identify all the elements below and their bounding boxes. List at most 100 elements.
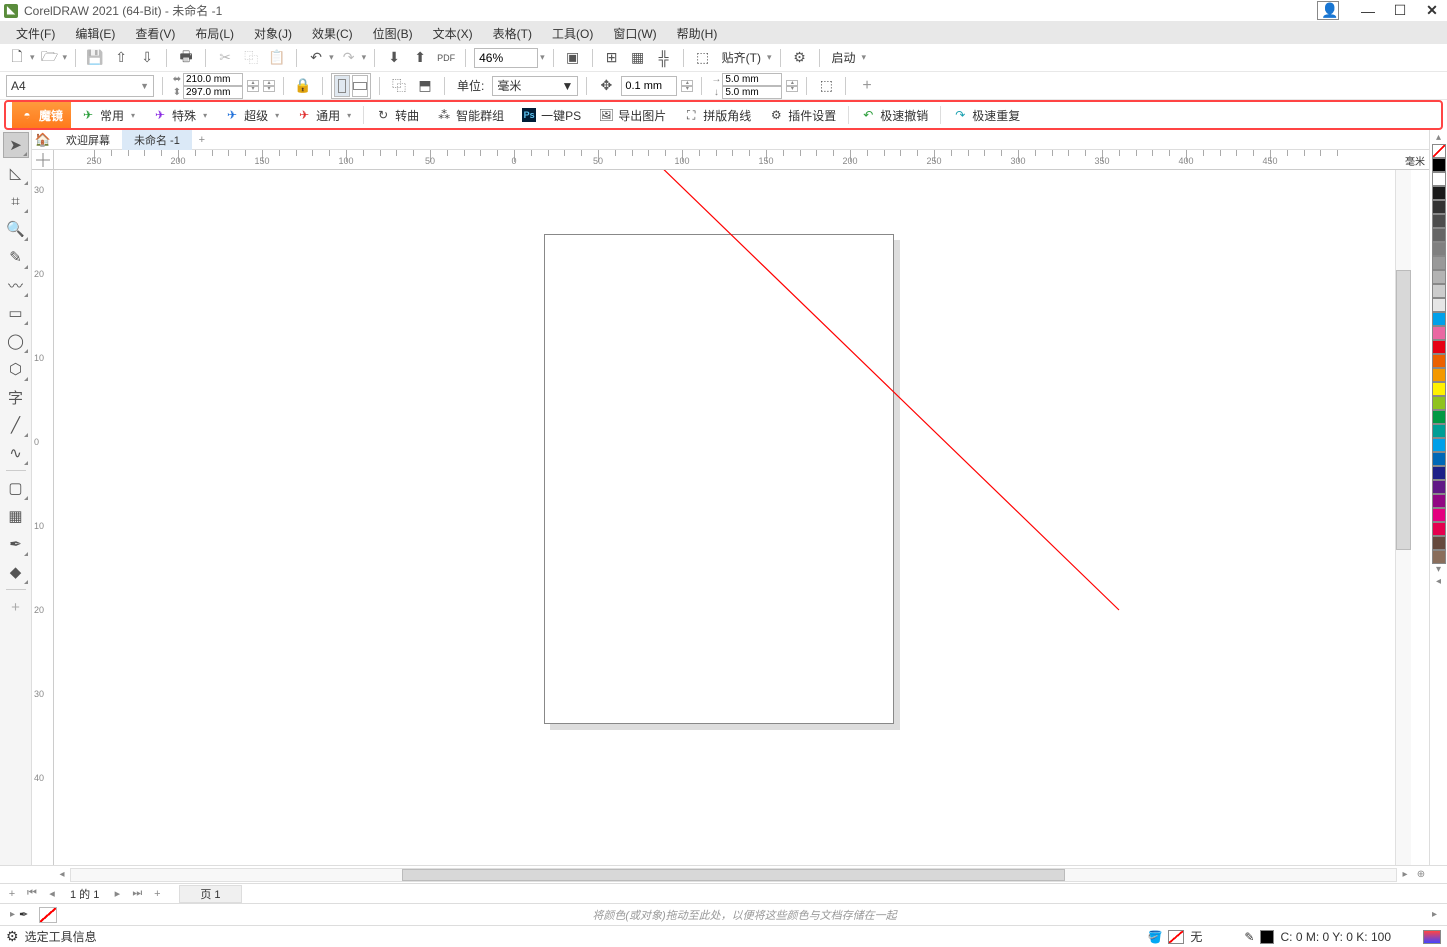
palette-down-arrow[interactable]: ▾: [1436, 564, 1441, 576]
horizontal-scrollbar[interactable]: [70, 868, 1397, 882]
color-swatch[interactable]: [1432, 438, 1446, 452]
color-swatch[interactable]: [1432, 298, 1446, 312]
width-spinner[interactable]: ▴▾: [247, 80, 259, 92]
fill-none-indicator[interactable]: [1168, 930, 1184, 944]
publish-pdf-icon[interactable]: PDF: [435, 47, 457, 69]
freehand-tool[interactable]: ✎: [3, 244, 29, 270]
page-layout-icon-1[interactable]: ⿻: [388, 75, 410, 97]
color-swatch[interactable]: [1432, 326, 1446, 340]
fill-bucket-icon[interactable]: 🪣: [1147, 930, 1162, 944]
color-swatch[interactable]: [1432, 228, 1446, 242]
line-tool[interactable]: ╱: [3, 412, 29, 438]
snap-icon[interactable]: ⬚: [692, 47, 714, 69]
outline-pen-icon[interactable]: ✎: [1244, 930, 1254, 944]
page-prev-button[interactable]: ◂: [44, 887, 60, 900]
menu-object[interactable]: 对象(J): [244, 25, 302, 42]
plugin-zhuanqu[interactable]: ↻ 转曲: [368, 102, 427, 128]
page-add-button[interactable]: +: [4, 888, 20, 900]
portrait-button[interactable]: [334, 75, 350, 97]
color-swatch[interactable]: [1432, 312, 1446, 326]
save-icon[interactable]: 💾: [84, 47, 106, 69]
fullscreen-icon[interactable]: ▣: [562, 47, 584, 69]
show-grid-icon[interactable]: ▦: [627, 47, 649, 69]
eyedropper-icon[interactable]: ✒: [19, 908, 35, 921]
cut-icon[interactable]: ✂: [214, 47, 236, 69]
close-button[interactable]: ✕: [1421, 2, 1443, 19]
menu-view[interactable]: 查看(V): [125, 25, 185, 42]
paste-icon[interactable]: 📋: [266, 47, 288, 69]
menu-edit[interactable]: 编辑(E): [65, 25, 125, 42]
print-icon[interactable]: 🖶: [175, 47, 197, 69]
color-swatch[interactable]: [1432, 410, 1446, 424]
menu-window[interactable]: 窗口(W): [603, 25, 666, 42]
palette-right-arrow[interactable]: ▸: [1428, 909, 1441, 920]
horizontal-ruler[interactable]: 2502001501005005010015020025030035040045…: [54, 150, 1429, 170]
no-fill-swatch[interactable]: [39, 907, 57, 923]
landscape-button[interactable]: [352, 75, 368, 97]
menu-bitmap[interactable]: 位图(B): [363, 25, 423, 42]
color-swatch[interactable]: [1432, 340, 1446, 354]
startup-label[interactable]: 启动: [828, 49, 860, 66]
nav-icon[interactable]: ⊕: [1413, 869, 1429, 880]
color-swatch[interactable]: [1432, 172, 1446, 186]
new-document-icon[interactable]: 🗋: [6, 47, 28, 69]
home-icon[interactable]: 🏠: [32, 132, 54, 148]
plugin-crop-marks[interactable]: ⛶ 拼版角线: [676, 102, 759, 128]
vertical-scrollbar[interactable]: [1395, 170, 1411, 865]
nudge-spinner[interactable]: ▴▾: [681, 80, 693, 92]
palette-expand-arrow[interactable]: ◂: [1436, 576, 1441, 588]
redo-icon[interactable]: ↷: [338, 47, 360, 69]
scroll-left-arrow[interactable]: ◂: [54, 869, 70, 880]
add-tool-button[interactable]: +: [3, 594, 29, 620]
color-swatch[interactable]: [1432, 270, 1446, 284]
plugin-fast-undo[interactable]: ↶ 极速撤销: [853, 102, 936, 128]
minimize-button[interactable]: —: [1357, 3, 1379, 19]
palette-up-arrow[interactable]: ▴: [1436, 132, 1441, 144]
page-tab-1[interactable]: 页 1: [179, 885, 241, 903]
plugin-fast-redo[interactable]: ↷ 极速重复: [945, 102, 1028, 128]
export-icon[interactable]: ⬆: [409, 47, 431, 69]
color-swatch[interactable]: [1432, 200, 1446, 214]
color-swatch[interactable]: [1432, 550, 1446, 564]
drop-shadow-tool[interactable]: ▢: [3, 475, 29, 501]
open-icon[interactable]: 🗁: [39, 47, 61, 69]
plugin-settings[interactable]: ⚙ 插件设置: [761, 102, 844, 128]
menu-file[interactable]: 文件(F): [6, 25, 65, 42]
rectangle-tool[interactable]: ▭: [3, 300, 29, 326]
page-next-button[interactable]: ▸: [109, 887, 125, 900]
color-swatch[interactable]: [1432, 522, 1446, 536]
ellipse-tool[interactable]: ◯: [3, 328, 29, 354]
plugin-smart-group[interactable]: ⁂ 智能群组: [429, 102, 512, 128]
color-swatch[interactable]: [1432, 480, 1446, 494]
cloud-up-icon[interactable]: ⇧: [110, 47, 132, 69]
dup-y-input[interactable]: [722, 86, 782, 99]
plugin-one-click-ps[interactable]: Ps 一键PS: [514, 102, 589, 128]
shape-tool[interactable]: ◺: [3, 160, 29, 186]
artistic-media-tool[interactable]: 〰: [3, 272, 29, 298]
menu-layout[interactable]: 布局(L): [185, 25, 244, 42]
fill-tool[interactable]: ◆: [3, 559, 29, 585]
dup-x-input[interactable]: [722, 73, 782, 86]
crop-tool[interactable]: ⌗: [3, 188, 29, 214]
menu-tool[interactable]: 工具(O): [542, 25, 603, 42]
undo-icon[interactable]: ↶: [305, 47, 327, 69]
canvas[interactable]: [54, 170, 1429, 865]
tab-current-document[interactable]: 未命名 -1: [122, 130, 192, 150]
pick-tool[interactable]: ➤: [3, 132, 29, 158]
snap-label[interactable]: 贴齐(T): [718, 49, 765, 66]
color-swatch[interactable]: [1432, 424, 1446, 438]
vertical-scroll-thumb[interactable]: [1396, 270, 1411, 550]
tab-welcome[interactable]: 欢迎屏幕: [54, 130, 122, 150]
import-icon[interactable]: ⬇: [383, 47, 405, 69]
color-swatch[interactable]: [1432, 494, 1446, 508]
paper-size-select[interactable]: A4 ▼: [6, 75, 154, 97]
scroll-right-arrow[interactable]: ▸: [1397, 869, 1413, 880]
ruler-origin[interactable]: [32, 150, 54, 170]
zoom-level-input[interactable]: [474, 48, 538, 68]
page-first-button[interactable]: ⏮: [24, 887, 40, 900]
color-swatch[interactable]: [1432, 508, 1446, 522]
color-proof-icon[interactable]: [1423, 930, 1441, 944]
color-swatch[interactable]: [1432, 284, 1446, 298]
menu-help[interactable]: 帮助(H): [667, 25, 728, 42]
lock-ratio-icon[interactable]: 🔒: [292, 75, 314, 97]
